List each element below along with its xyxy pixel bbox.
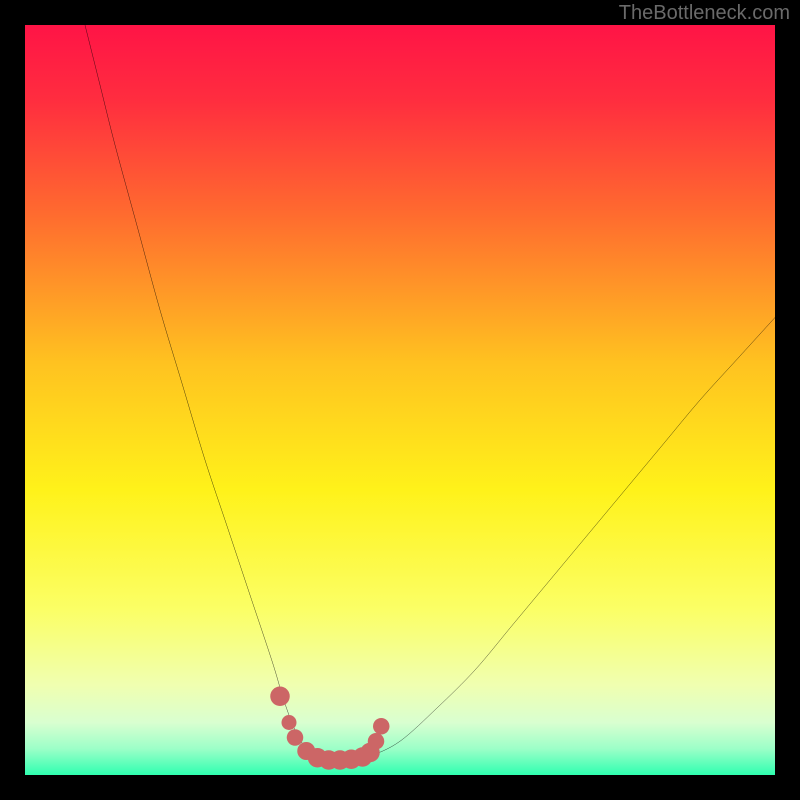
curve-marker (373, 718, 390, 735)
curve-marker (368, 733, 385, 750)
bottleneck-curve (85, 25, 775, 760)
attribution-text: TheBottleneck.com (619, 2, 790, 25)
curve-markers (270, 687, 389, 770)
curve-marker (282, 715, 297, 730)
curve-marker (270, 687, 290, 706)
curve-marker (287, 729, 304, 746)
outer-frame: TheBottleneck.com (0, 0, 800, 800)
plot-area (25, 25, 775, 775)
chart-svg (25, 25, 775, 775)
